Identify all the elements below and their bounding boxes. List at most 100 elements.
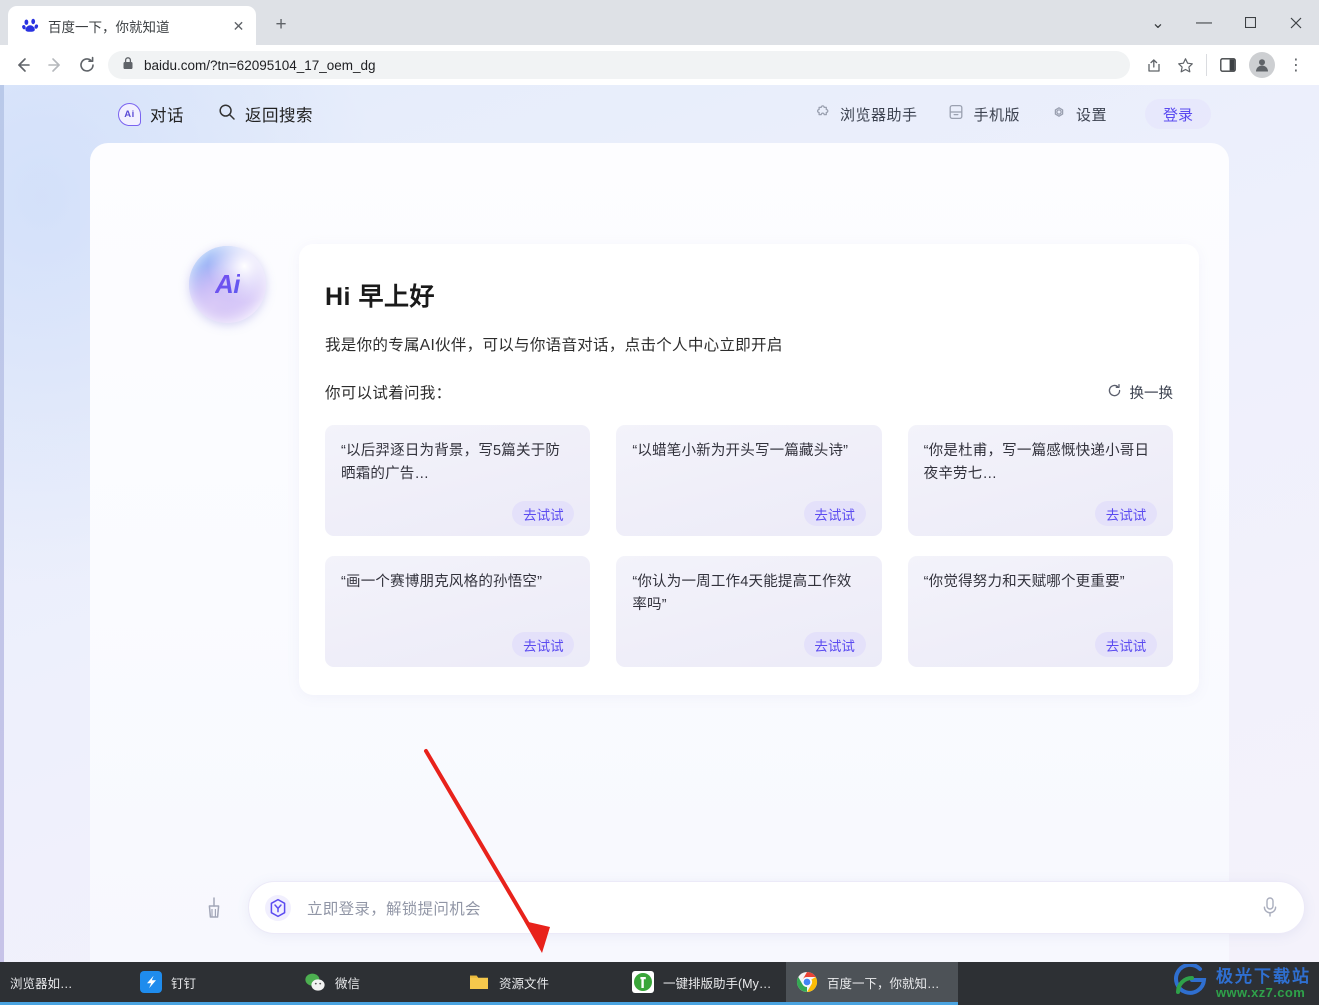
- suggestion-text: “画一个赛博朋克风格的孙悟空”: [341, 574, 543, 590]
- ai-chip-icon: Ai: [118, 102, 141, 126]
- address-bar[interactable]: baidu.com/?tn=62095104_17_oem_dg: [108, 51, 1130, 79]
- nav-item-browser-assistant-label: 浏览器助手: [839, 106, 918, 124]
- taskbar-item-browser-label: 浏览器如…: [10, 976, 73, 991]
- taskbar-item-chrome-label: 百度一下，你就知…: [827, 976, 940, 991]
- suggestion-card[interactable]: “你是杜甫，写一篇感慨快递小哥日夜辛劳七… 去试试: [907, 425, 1173, 536]
- toolbar-actions: ⋮: [1138, 50, 1311, 80]
- refresh-suggestions-label: 换一换: [1129, 385, 1174, 402]
- search-icon: [218, 103, 236, 126]
- toolbar-divider: [1206, 54, 1207, 76]
- window-controls: ⌄ —: [1135, 0, 1319, 45]
- taskbar-item-typesetting[interactable]: 一键排版助手(MyE…: [622, 962, 786, 1005]
- taskbar-item-dingtalk-label: 钉钉: [171, 976, 197, 991]
- puzzle-icon: [814, 103, 832, 125]
- suggestion-card[interactable]: “以蜡笔小新为开头写一篇藏头诗” 去试试: [616, 425, 882, 536]
- browser-chrome: 百度一下，你就知道 ✕ + ⌄ — baidu.com/?tn=62095104…: [0, 0, 1319, 85]
- watermark-url: www.xz7.com: [1216, 984, 1306, 1000]
- try-it-button[interactable]: 去试试: [1095, 501, 1157, 526]
- nav-item-mobile[interactable]: 手机版: [947, 103, 1020, 125]
- input-dock: 立即登录，解锁提问机会: [180, 881, 1319, 934]
- chat-input-placeholder: 立即登录，解锁提问机会: [307, 900, 481, 918]
- baidu-paw-icon: [22, 17, 39, 34]
- forward-icon[interactable]: [40, 50, 70, 80]
- watermark-text: 极光下载站 www.xz7.com: [1216, 966, 1311, 1000]
- site-navbar: Ai 对话 返回搜索 浏览器助手 手机版 设置 登录: [0, 85, 1319, 143]
- microphone-icon[interactable]: [1260, 895, 1282, 921]
- refresh-suggestions-button[interactable]: 换一换: [1107, 382, 1174, 403]
- suggestion-card[interactable]: “你认为一周工作4天能提高工作效率吗” 去试试: [616, 556, 882, 667]
- browser-tab[interactable]: 百度一下，你就知道 ✕: [8, 6, 256, 45]
- new-tab-button[interactable]: +: [266, 10, 296, 40]
- suggestion-card[interactable]: “画一个赛博朋克风格的孙悟空” 去试试: [325, 556, 591, 667]
- nav-item-back-to-search[interactable]: 返回搜索: [218, 102, 313, 126]
- assistant-message-card: Hi 早上好 我是你的专属AI伙伴，可以与你语音对话，点击个人中心立即开启 你可…: [299, 244, 1199, 695]
- suggestion-card[interactable]: “以后羿逐日为背景，写5篇关于防晒霜的广告… 去试试: [325, 425, 591, 536]
- share-icon[interactable]: [1138, 50, 1168, 80]
- login-button[interactable]: 登录: [1145, 99, 1211, 129]
- suggestion-text: “你认为一周工作4天能提高工作效率吗”: [632, 574, 852, 614]
- tab-strip: 百度一下，你就知道 ✕ + ⌄ —: [0, 0, 1319, 45]
- reload-icon[interactable]: [72, 50, 102, 80]
- taskbar-item-typesetting-label: 一键排版助手(MyE…: [663, 976, 776, 991]
- wechat-icon: [304, 971, 326, 993]
- url-text: baidu.com/?tn=62095104_17_oem_dg: [144, 57, 376, 73]
- chrome-menu-icon[interactable]: ⋮: [1281, 50, 1311, 80]
- suggestion-card[interactable]: “你觉得努力和天赋哪个更重要” 去试试: [907, 556, 1173, 667]
- try-it-button[interactable]: 去试试: [1095, 632, 1157, 657]
- page-viewport: Ai 对话 返回搜索 浏览器助手 手机版 设置 登录 Ai Hi 早上好 我是你…: [0, 85, 1319, 962]
- chat-input-box[interactable]: 立即登录，解锁提问机会: [248, 881, 1305, 934]
- profile-avatar[interactable]: [1249, 52, 1275, 78]
- mobile-icon: [947, 103, 965, 125]
- try-it-button[interactable]: 去试试: [512, 632, 575, 657]
- typesetting-icon: [632, 971, 654, 993]
- taskbar-item-chrome[interactable]: 百度一下，你就知…: [786, 962, 958, 1005]
- greeting-subtitle: 我是你的专属AI伙伴，可以与你语音对话，点击个人中心立即开启: [325, 337, 783, 354]
- nav-item-chat[interactable]: Ai 对话: [118, 102, 184, 126]
- viewport-left-edge: [0, 85, 4, 962]
- taskbar-item-folder[interactable]: 资源文件: [458, 962, 622, 1005]
- tab-title: 百度一下，你就知道: [48, 19, 170, 35]
- ai-avatar: Ai: [189, 246, 266, 323]
- taskbar-item-wechat-label: 微信: [335, 976, 361, 991]
- side-panel-icon[interactable]: [1213, 50, 1243, 80]
- navbar-left-group: Ai 对话 返回搜索: [118, 102, 313, 126]
- suggestion-text: “你是杜甫，写一篇感慨快递小哥日夜辛劳七…: [923, 443, 1150, 483]
- folder-icon: [468, 971, 490, 993]
- browser-toolbar: baidu.com/?tn=62095104_17_oem_dg ⋮: [0, 45, 1319, 85]
- taskbar-item-browser[interactable]: 浏览器如…: [0, 962, 130, 1005]
- windows-taskbar: 浏览器如… 钉钉 微信 资源文件 一键排版助手(MyE… 百度一下，你就知… 极…: [0, 962, 1319, 1005]
- try-it-button[interactable]: 去试试: [803, 501, 866, 526]
- chevron-down-icon[interactable]: ⌄: [1135, 5, 1181, 41]
- content-panel: Ai Hi 早上好 我是你的专属AI伙伴，可以与你语音对话，点击个人中心立即开启…: [90, 143, 1305, 962]
- bookmark-star-icon[interactable]: [1170, 50, 1200, 80]
- minimize-icon[interactable]: —: [1181, 5, 1227, 41]
- site-watermark: 极光下载站 www.xz7.com: [1170, 962, 1311, 1005]
- close-window-icon[interactable]: [1273, 5, 1319, 41]
- nav-item-browser-assistant[interactable]: 浏览器助手: [814, 103, 918, 125]
- broom-icon[interactable]: [194, 888, 234, 928]
- back-icon[interactable]: [8, 50, 38, 80]
- nav-item-settings[interactable]: 设置: [1050, 103, 1107, 125]
- watermark-title: 极光下载站: [1216, 966, 1311, 986]
- suggestion-cards-grid: “以后羿逐日为背景，写5篇关于防晒霜的广告… 去试试 “以蜡笔小新为开头写一篇藏…: [325, 425, 1173, 667]
- maximize-icon[interactable]: [1227, 5, 1273, 41]
- try-it-button[interactable]: 去试试: [512, 501, 575, 526]
- taskbar-item-folder-label: 资源文件: [499, 976, 550, 991]
- nav-item-settings-label: 设置: [1075, 106, 1107, 124]
- nav-item-back-to-search-label: 返回搜索: [245, 107, 313, 125]
- watermark-logo-icon: [1170, 962, 1210, 1003]
- gear-icon: [1050, 103, 1068, 125]
- page-title: Hi 早上好: [325, 283, 435, 311]
- suggestion-text: “以蜡笔小新为开头写一篇藏头诗”: [632, 443, 849, 459]
- try-it-button[interactable]: 去试试: [803, 632, 866, 657]
- nav-item-mobile-label: 手机版: [973, 106, 1020, 124]
- taskbar-item-dingtalk[interactable]: 钉钉: [130, 962, 294, 1005]
- suggestions-label: 你可以试着问我：: [325, 385, 452, 402]
- navbar-right-group: 浏览器助手 手机版 设置 登录: [814, 85, 1211, 143]
- ai-avatar-label: Ai: [215, 269, 241, 299]
- close-icon[interactable]: ✕: [229, 16, 248, 35]
- taskbar-item-wechat[interactable]: 微信: [294, 962, 458, 1005]
- refresh-icon: [1107, 383, 1122, 402]
- hex-badge-icon: [263, 893, 293, 923]
- dingtalk-icon: [140, 971, 162, 993]
